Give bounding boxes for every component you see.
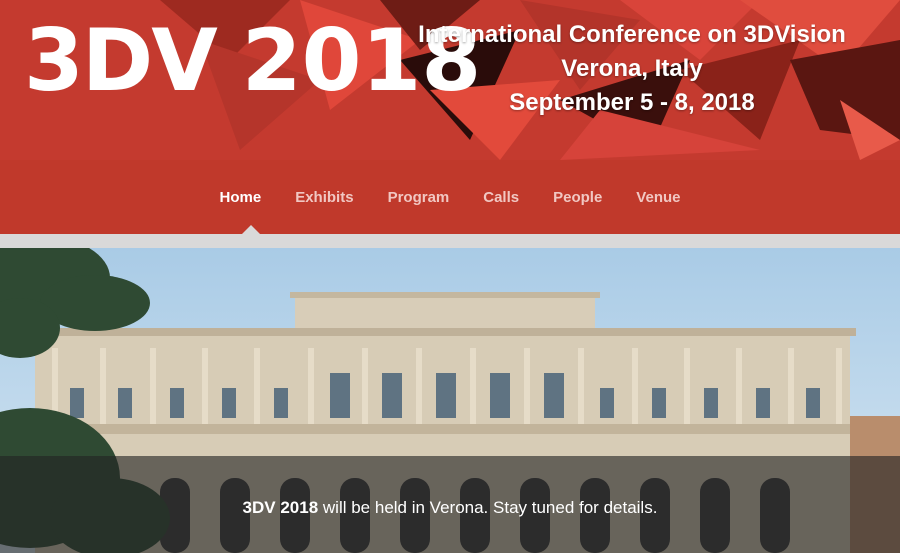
divider-stripe [0,234,900,248]
active-nav-caret [242,225,260,234]
hero-image: 3DV 2018 will be held in Verona. Stay tu… [0,248,900,553]
nav-exhibits[interactable]: Exhibits [295,189,353,206]
announcement-rest: will be held in Verona. Stay tuned for d… [318,498,658,517]
nav-program[interactable]: Program [388,189,450,206]
main-nav: Home Exhibits Program Calls People Venue [0,160,900,234]
nav-home[interactable]: Home [220,189,262,206]
header-banner: 3DV 2018 International Conference on 3DV… [0,0,900,160]
conference-name: International Conference on 3DVision [418,21,846,48]
logo-abbr: 3DV [24,11,218,111]
nav-calls[interactable]: Calls [483,189,519,206]
conference-dates: September 5 - 8, 2018 [509,89,755,116]
conference-info: International Conference on 3DVision Ver… [402,18,862,120]
nav-people[interactable]: People [553,189,602,206]
conference-location: Verona, Italy [561,55,703,82]
announcement-text: 3DV 2018 will be held in Verona. Stay tu… [0,498,900,518]
announcement-bold: 3DV 2018 [242,498,319,517]
nav-venue[interactable]: Venue [636,189,680,206]
